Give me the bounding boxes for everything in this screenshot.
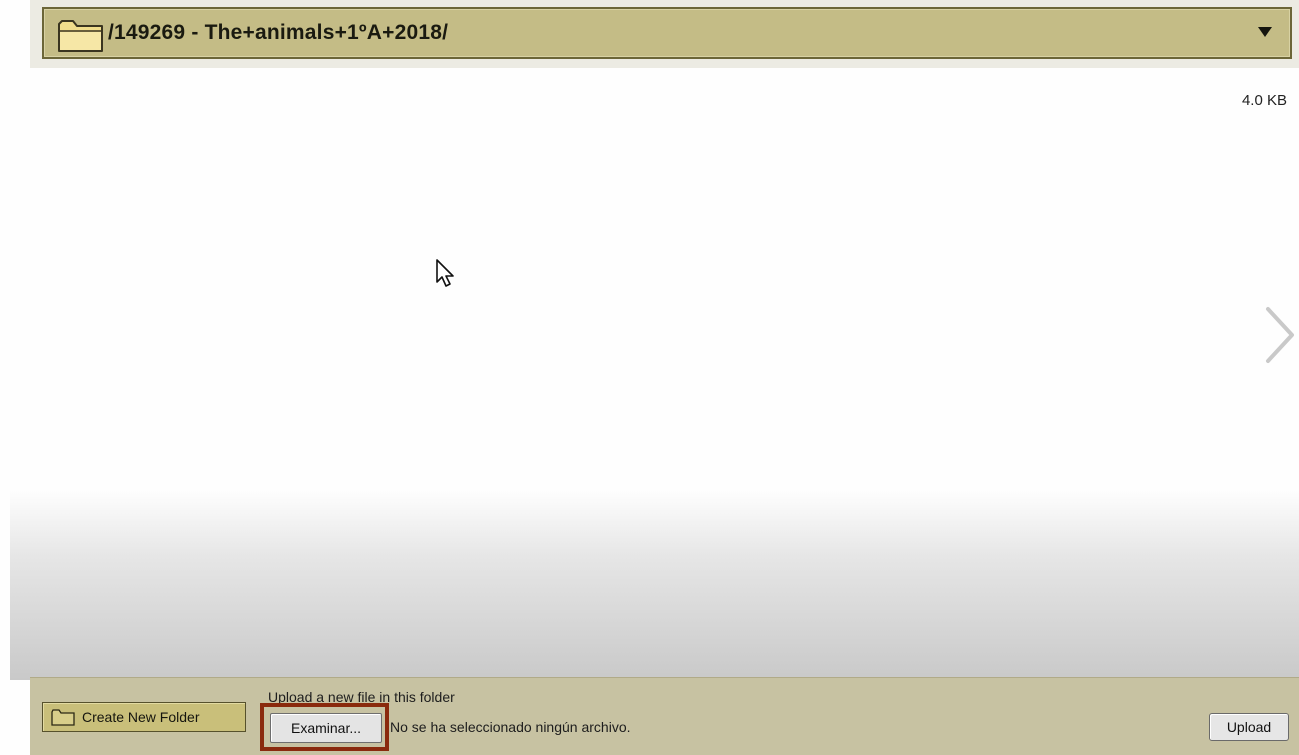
path-selector[interactable]: /149269 - The+animals+1ºA+2018/ [42, 7, 1292, 59]
content-fade [10, 490, 1299, 680]
chevron-right-icon[interactable] [1262, 305, 1296, 365]
file-size: 4.0 KB [1241, 92, 1287, 109]
dropdown-arrow-icon[interactable] [1258, 27, 1272, 37]
mouse-cursor-icon [436, 259, 454, 287]
folder-path: /149269 - The+animals+1ºA+2018/ [108, 21, 449, 44]
upload-label: Upload [1226, 719, 1272, 735]
file-manager-window: /149269 - The+animals+1ºA+2018/ 4.0 KB C… [0, 0, 1299, 755]
create-folder-label: Create New Folder [82, 709, 200, 725]
browse-button[interactable]: Examinar... [270, 713, 382, 743]
browse-label: Examinar... [290, 720, 362, 736]
folder-icon [58, 20, 103, 52]
no-file-selected-text: No se ha seleccionado ningún archivo. [390, 719, 631, 735]
folder-icon [51, 708, 75, 726]
create-folder-button[interactable]: Create New Folder [42, 702, 246, 732]
upload-button[interactable]: Upload [1209, 713, 1289, 741]
